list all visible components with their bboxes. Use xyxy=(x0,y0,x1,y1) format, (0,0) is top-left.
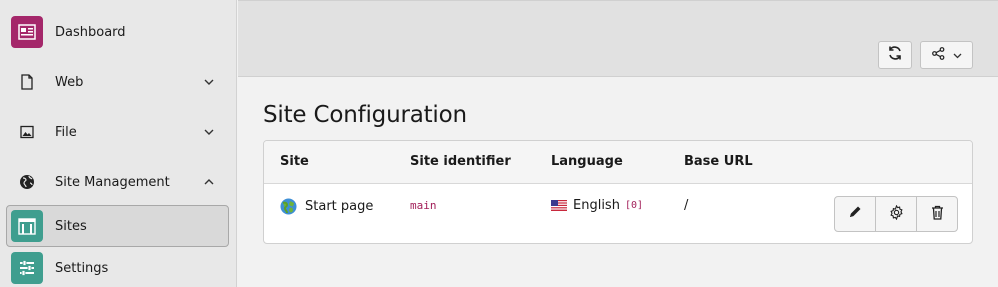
sidebar-item-label: File xyxy=(55,124,77,140)
sidebar-item-label: Site Management xyxy=(55,174,170,190)
chevron-down-icon[interactable] xyxy=(203,76,215,88)
sidebar-item-sites[interactable]: Sites xyxy=(6,205,229,247)
sidebar-item-web[interactable]: Web xyxy=(6,62,229,102)
us-flag-icon xyxy=(551,200,567,211)
dashboard-icon xyxy=(11,16,43,48)
sidebar-item-site-management[interactable]: Site Management xyxy=(6,162,229,202)
settings-button[interactable] xyxy=(876,197,917,231)
sidebar-item-file[interactable]: File xyxy=(6,112,229,152)
sidebar-item-label: Sites xyxy=(55,218,87,234)
reload-button[interactable] xyxy=(878,41,912,69)
table-header: Site Site identifier Language Base URL xyxy=(264,141,972,184)
site-name: Start page xyxy=(305,199,374,214)
sidebar-item-label: Dashboard xyxy=(55,24,126,40)
sidebar-item-label: Settings xyxy=(55,260,109,276)
language-cell: English [0] xyxy=(551,198,643,213)
content-area: Site Configuration Site Site identifier … xyxy=(238,78,998,287)
language-name: English xyxy=(573,198,620,213)
refresh-icon xyxy=(887,45,903,65)
row-actions xyxy=(834,196,958,232)
trash-icon xyxy=(931,205,944,224)
globe-icon xyxy=(280,198,297,215)
edit-icon xyxy=(848,205,862,223)
edit-button[interactable] xyxy=(835,197,876,231)
gear-icon xyxy=(889,204,904,224)
image-icon xyxy=(11,116,43,148)
column-header-language: Language xyxy=(551,154,623,169)
share-icon xyxy=(931,46,945,64)
sites-table: Site Site identifier Language Base URL S… xyxy=(263,140,973,244)
page-title: Site Configuration xyxy=(263,102,467,128)
sidebar-item-settings[interactable]: Settings xyxy=(6,248,229,287)
base-url: / xyxy=(684,198,689,213)
chevron-up-icon[interactable] xyxy=(203,176,215,188)
share-button[interactable] xyxy=(920,41,973,69)
module-menu: Dashboard Web File Site Management Sites… xyxy=(0,0,237,287)
sites-icon xyxy=(11,210,43,242)
docheader xyxy=(238,0,998,77)
column-header-site: Site xyxy=(280,154,309,169)
sidebar-item-dashboard[interactable]: Dashboard xyxy=(6,12,229,52)
globe-icon xyxy=(11,166,43,198)
chevron-down-icon[interactable] xyxy=(203,126,215,138)
page-icon xyxy=(11,66,43,98)
column-header-site-identifier: Site identifier xyxy=(410,154,511,169)
sidebar-item-label: Web xyxy=(55,74,84,90)
delete-button[interactable] xyxy=(917,197,957,231)
language-id: [0] xyxy=(624,200,644,211)
site-cell[interactable]: Start page xyxy=(280,198,373,215)
column-header-base-url: Base URL xyxy=(684,154,753,169)
settings-icon xyxy=(11,252,43,284)
site-identifier: main xyxy=(410,199,437,212)
chevron-down-icon xyxy=(953,48,962,63)
